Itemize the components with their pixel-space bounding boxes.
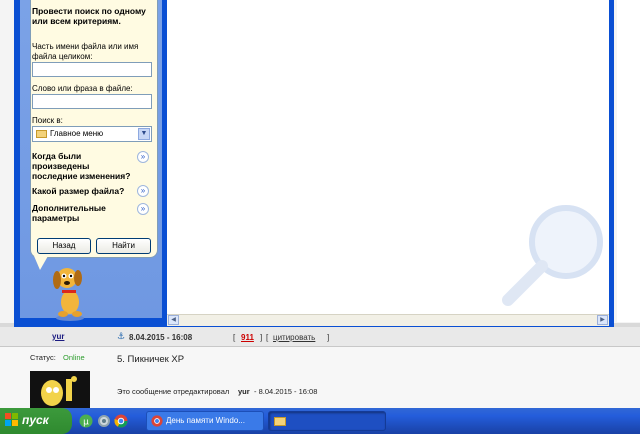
taskbar-item-explorer[interactable]: [268, 411, 386, 431]
expand-size-icon[interactable]: »: [137, 185, 149, 197]
start-label: пуск: [22, 413, 49, 427]
edited-date: - 8.04.2015 - 16:08: [254, 387, 318, 396]
quote-close: ]: [327, 333, 330, 342]
taskbar-item-title: День памяти Windo...: [166, 416, 245, 425]
back-button[interactable]: Назад: [37, 238, 91, 254]
post-number-open: [: [233, 333, 236, 342]
scroll-left-icon[interactable]: ◀: [168, 315, 179, 325]
post-date: 8.04.2015 - 16:08: [129, 333, 193, 342]
more-options[interactable]: Дополнительные параметры: [32, 203, 132, 223]
chrome-icon[interactable]: [114, 414, 128, 428]
horizontal-scrollbar[interactable]: ◀ ▶: [167, 314, 609, 326]
post-number-link[interactable]: 911: [241, 333, 254, 342]
balloon-tail: [34, 256, 48, 270]
phrase-input[interactable]: [32, 94, 152, 109]
post-number-close: ]: [260, 333, 263, 342]
quote-open: [: [266, 333, 269, 342]
filename-label: Часть имени файла или имя файла целиком:: [32, 42, 139, 61]
expand-more-icon[interactable]: »: [137, 203, 149, 215]
taskbar-item-browser[interactable]: День памяти Windo...: [146, 411, 264, 431]
anchor-icon[interactable]: ⚓: [117, 331, 125, 342]
forum-right-strip: [617, 0, 640, 322]
svg-text:µ: µ: [83, 418, 89, 428]
post-header-row: [0, 327, 640, 347]
utorrent-icon[interactable]: µ: [79, 414, 93, 428]
filename-input[interactable]: [32, 62, 152, 77]
chrome-small-icon: [151, 415, 163, 427]
status-label: Статус:: [30, 353, 56, 362]
settings-icon[interactable]: [97, 414, 111, 428]
folder-taskbar-icon: [274, 417, 286, 426]
post-body-row: [0, 347, 640, 408]
search-button[interactable]: Найти: [96, 238, 151, 254]
chevron-down-icon[interactable]: ▼: [138, 128, 150, 140]
user-avatar: [30, 371, 90, 408]
windows-logo-icon: [5, 413, 18, 426]
scroll-right-icon[interactable]: ▶: [597, 315, 608, 325]
lookin-select[interactable]: Главное меню ▼: [32, 126, 152, 142]
size-option[interactable]: Какой размер файла?: [32, 186, 136, 196]
search-dog-icon[interactable]: [50, 264, 90, 322]
when-modified-option[interactable]: Когда были произведены последние изменен…: [32, 151, 132, 181]
lookin-value: Главное меню: [50, 129, 104, 138]
folder-icon: [36, 130, 47, 138]
phrase-label: Слово или фраза в файле:: [32, 84, 133, 93]
status-value: Online: [63, 353, 85, 362]
quote-link[interactable]: цитировать: [273, 333, 315, 342]
post-title: 5. Пикничек XP: [117, 354, 185, 365]
edited-prefix: Это сообщение отредактировал: [117, 387, 230, 396]
post-author-link[interactable]: yur: [52, 332, 64, 341]
lookin-label: Поиск в:: [32, 116, 63, 125]
search-heading: Провести поиск по одному или всем критер…: [32, 6, 146, 26]
magnifier-watermark-icon: [502, 205, 603, 306]
expand-when-icon[interactable]: »: [137, 151, 149, 163]
edited-user: yur: [238, 387, 250, 396]
